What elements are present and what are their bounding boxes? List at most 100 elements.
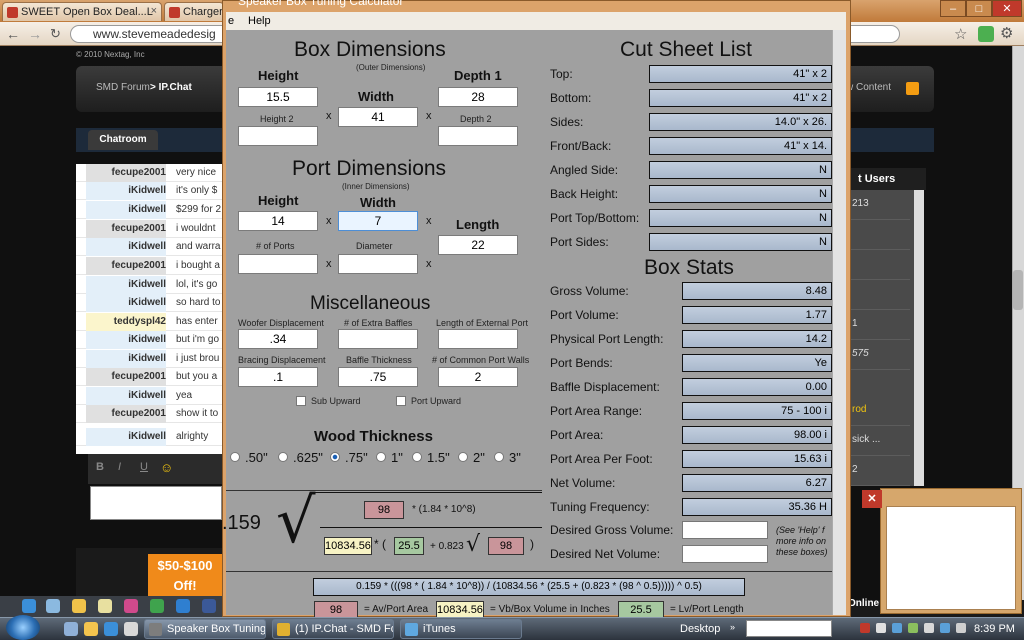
maximize-window-button[interactable]: □ [966,0,992,17]
chat-user[interactable]: fecupe2001 [86,368,166,386]
nav-content-link[interactable]: w Content [846,82,891,93]
checkbox-icon[interactable] [396,396,406,406]
app-quick-icon[interactable] [124,622,138,636]
taskbar-itunes[interactable]: iTunes [400,619,522,639]
folder-icon[interactable] [84,622,98,636]
chat-user[interactable]: iKidwell [86,276,166,294]
box-width-input[interactable]: 41 [338,107,418,127]
sub-upward-checkbox[interactable]: Sub Upward [296,396,361,406]
user-item[interactable]: 1 [848,310,910,340]
port-width-input[interactable]: 7 [338,211,418,231]
wrench-icon[interactable]: ⚙ [1000,24,1013,42]
chat-user[interactable]: fecupe2001 [86,164,166,182]
rss-icon[interactable] [906,82,919,95]
desktop-chevron-icon[interactable]: » [730,622,735,632]
forward-arrow-icon[interactable]: → [28,26,42,42]
port-length-input[interactable]: 22 [438,235,518,255]
user-item[interactable]: 2 [848,456,910,486]
menu-item-help[interactable]: Help [248,15,271,27]
wood-option-1[interactable]: 1" [376,450,403,465]
nav-chat-link[interactable]: > IP.Chat [150,82,192,93]
bold-icon[interactable]: B [96,461,104,473]
smiley-icon[interactable]: ☺ [160,460,173,475]
tray-app-icon[interactable] [924,623,934,633]
close-popup-icon[interactable]: ✕ [862,490,882,508]
browser-tab-2[interactable]: Charger [164,2,224,21]
bracing-displacement-input[interactable]: .1 [238,367,318,387]
tray-network-icon[interactable] [892,623,902,633]
woofer-displacement-input[interactable]: .34 [238,329,318,349]
nav-forum-link[interactable]: SMD Forum [96,82,150,93]
chat-user[interactable]: teddyspl42 [86,313,166,331]
chat-user[interactable]: fecupe2001 [86,257,166,275]
italic-icon[interactable]: I [118,461,121,473]
upload-icon[interactable] [176,599,190,613]
user-item[interactable]: rod [848,396,910,426]
box-height-input[interactable]: 15.5 [238,87,318,107]
diameter-input[interactable] [338,254,418,274]
chat-input[interactable] [90,486,222,520]
radio-icon[interactable] [412,452,422,462]
radio-icon[interactable] [230,452,240,462]
user-item[interactable] [848,280,910,310]
ie-icon[interactable] [22,599,36,613]
ie-quick-icon[interactable] [104,622,118,636]
extra-baffles-input[interactable] [338,329,418,349]
taskbar-chrome[interactable]: (1) IP.Chat - SMD Fo... [272,619,394,639]
tray-app-icon[interactable] [876,623,886,633]
chat-user[interactable]: fecupe2001 [86,405,166,423]
chat-user[interactable]: iKidwell [86,387,166,405]
box-depth2-input[interactable] [438,126,518,146]
user-item[interactable] [848,250,910,280]
tray-monitor-icon[interactable] [940,623,950,633]
chat-user[interactable]: iKidwell [86,428,166,446]
browser-tab-1[interactable]: SWEET Open Box Deal...L × [2,2,162,21]
extension-icon[interactable] [978,26,994,42]
taskbar-search-input[interactable] [746,620,832,637]
minimize-window-button[interactable]: – [940,0,966,17]
port-upward-checkbox[interactable]: Port Upward [396,396,461,406]
chat-user[interactable]: iKidwell [86,350,166,368]
chat-user[interactable]: iKidwell [86,182,166,200]
chat-user[interactable]: iKidwell [86,294,166,312]
wood-option-75[interactable]: .75" [330,450,368,465]
chat-user[interactable]: iKidwell [86,201,166,219]
page-scrollbar-thumb[interactable] [1013,270,1023,310]
box-height2-input[interactable] [238,126,318,146]
taskbar-speaker-box[interactable]: Speaker Box Tuning ... [144,619,266,639]
users-scrollbar[interactable] [914,190,924,486]
wood-option-3[interactable]: 3" [494,450,521,465]
common-port-walls-input[interactable]: 2 [438,367,518,387]
baffle-thickness-input[interactable]: .75 [338,367,418,387]
radio-icon[interactable] [278,452,288,462]
ports-count-input[interactable] [238,254,318,274]
tray-volume-icon[interactable] [956,623,966,633]
wood-option-625[interactable]: .625" [278,450,323,465]
underline-icon[interactable]: U [140,461,148,473]
radio-icon[interactable] [458,452,468,462]
chat-user[interactable]: iKidwell [86,331,166,349]
desktop-toolbar[interactable]: Desktop [680,623,720,635]
user-item[interactable]: sick ... [848,426,910,456]
radiation-icon[interactable] [98,599,112,613]
chat-user[interactable]: iKidwell [86,238,166,256]
checkbox-icon[interactable] [296,396,306,406]
user-item[interactable] [848,220,910,250]
start-button[interactable] [6,615,40,640]
radio-icon[interactable] [376,452,386,462]
calculator-scrollbar[interactable] [832,30,846,615]
wood-option-50[interactable]: .50" [230,450,268,465]
radio-selected-icon[interactable] [330,452,340,462]
close-tab-icon[interactable]: × [151,5,157,17]
desired-net-input[interactable] [682,545,768,563]
wood-option-2[interactable]: 2" [458,450,485,465]
ad-offer[interactable]: $50-$100 Off! [148,554,222,598]
external-port-input[interactable] [438,329,518,349]
bookmark-star-icon[interactable]: ☆ [954,25,967,43]
user-item[interactable]: 575 [848,340,910,370]
share-icon[interactable] [150,599,164,613]
user-item[interactable]: 213 [848,190,910,220]
chat-user[interactable]: fecupe2001 [86,220,166,238]
radio-icon[interactable] [494,452,504,462]
tray-x-icon[interactable] [860,623,870,633]
